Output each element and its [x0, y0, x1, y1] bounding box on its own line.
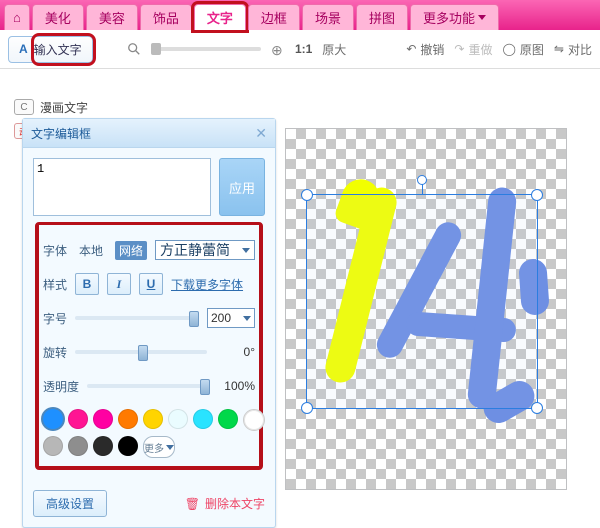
size-label: 字号 — [43, 310, 67, 327]
redo-button[interactable]: ↷重做 — [454, 41, 492, 58]
font-source-net[interactable]: 网络 — [115, 241, 147, 260]
close-icon[interactable]: ✕ — [255, 125, 267, 142]
secondary-toolbar: A 输入文字 ⊕ 1:1 原大 ↶撤销 ↷重做 ◯原图 ⇋对比 — [0, 30, 600, 69]
font-select[interactable]: 方正静蕾简 — [155, 240, 255, 260]
swatch[interactable] — [193, 409, 213, 429]
swatch[interactable] — [118, 436, 138, 456]
compare-button[interactable]: ⇋对比 — [554, 41, 592, 58]
tab-accessory[interactable]: 饰品 — [140, 4, 192, 30]
resize-handle[interactable] — [301, 189, 313, 201]
color-swatches: 更多 — [43, 409, 273, 458]
rotate-handle[interactable] — [417, 175, 427, 185]
font-name: 方正静蕾简 — [160, 240, 230, 260]
sidebar-item-comic-text[interactable]: C 漫画文字 — [14, 95, 164, 119]
comic-icon: C — [14, 99, 34, 115]
input-text-button[interactable]: A 输入文字 — [8, 36, 93, 63]
panel-header[interactable]: 文字编辑框 ✕ — [23, 119, 275, 148]
swatch[interactable] — [43, 409, 63, 429]
zoom-original[interactable]: 原大 — [322, 41, 346, 58]
advanced-button[interactable]: 高级设置 — [33, 490, 107, 517]
swatch[interactable] — [93, 436, 113, 456]
opacity-label: 透明度 — [43, 378, 79, 395]
panel-title: 文字编辑框 — [31, 125, 91, 142]
swatch[interactable] — [68, 409, 88, 429]
size-value[interactable]: 200 — [207, 308, 255, 328]
text-A-icon: A — [19, 42, 28, 56]
original-icon: ◯ — [502, 42, 515, 56]
style-label: 样式 — [43, 276, 67, 293]
swatch[interactable] — [93, 409, 113, 429]
swatch[interactable] — [243, 409, 265, 431]
tab-border[interactable]: 边框 — [248, 4, 300, 30]
home-icon: ⌂ — [13, 10, 21, 25]
more-fonts-link[interactable]: 下载更多字体 — [171, 276, 243, 293]
size-slider[interactable] — [75, 316, 199, 320]
zoom-ratio: 1:1 — [295, 42, 312, 56]
tab-home[interactable]: ⌂ — [4, 4, 30, 30]
chevron-down-icon — [242, 248, 250, 253]
text-input[interactable] — [33, 158, 211, 216]
swatch[interactable] — [43, 436, 63, 456]
chevron-down-icon — [478, 15, 486, 20]
swatch[interactable] — [118, 409, 138, 429]
zoom-in-icon[interactable]: ⊕ — [271, 42, 285, 56]
chevron-down-icon — [243, 316, 251, 321]
tab-scene[interactable]: 场景 — [302, 4, 354, 30]
tab-text[interactable]: 文字 — [194, 4, 246, 30]
resize-handle[interactable] — [301, 402, 313, 414]
canvas[interactable] — [285, 128, 567, 490]
selection-box[interactable] — [306, 194, 538, 409]
font-label: 字体 — [43, 242, 67, 259]
tab-beautify[interactable]: 美化 — [32, 4, 84, 30]
main-tabs: ⌂ 美化 美容 饰品 文字 边框 场景 拼图 更多功能 — [0, 0, 600, 30]
zoom-icon — [127, 42, 141, 56]
trash-icon: 🗑 — [185, 497, 200, 511]
sidebar-item-label: 漫画文字 — [40, 99, 88, 116]
apply-button[interactable]: 应用 — [219, 158, 265, 216]
tab-collage[interactable]: 拼图 — [356, 4, 408, 30]
text-edit-panel: 文字编辑框 ✕ 应用 字体 本地 网络 方正静蕾简 样式 B I U 下载 — [22, 118, 276, 528]
tab-face[interactable]: 美容 — [86, 4, 138, 30]
chevron-down-icon — [166, 445, 174, 450]
redo-icon: ↷ — [454, 42, 464, 56]
tab-more[interactable]: 更多功能 — [410, 4, 499, 30]
undo-icon: ↶ — [406, 42, 416, 56]
swatch[interactable] — [143, 409, 163, 429]
opacity-value: 100% — [215, 379, 255, 393]
opacity-slider[interactable] — [87, 384, 207, 388]
undo-button[interactable]: ↶撤销 — [406, 41, 444, 58]
resize-handle[interactable] — [531, 402, 543, 414]
font-settings-group: 字体 本地 网络 方正静蕾简 样式 B I U 下载更多字体 字号 200 — [35, 222, 263, 470]
rotate-slider[interactable] — [75, 350, 207, 354]
swatch[interactable] — [68, 436, 88, 456]
italic-button[interactable]: I — [107, 273, 131, 295]
bold-button[interactable]: B — [75, 273, 99, 295]
rotate-value: 0° — [215, 345, 255, 359]
input-text-label: 输入文字 — [34, 41, 82, 58]
font-source-local[interactable]: 本地 — [75, 241, 107, 260]
swatch[interactable] — [168, 409, 188, 429]
compare-icon: ⇋ — [554, 42, 564, 56]
swatch[interactable] — [218, 409, 238, 429]
rotate-label: 旋转 — [43, 344, 67, 361]
more-colors-button[interactable]: 更多 — [143, 436, 175, 458]
underline-button[interactable]: U — [139, 273, 163, 295]
resize-handle[interactable] — [531, 189, 543, 201]
original-image-button[interactable]: ◯原图 — [502, 41, 543, 58]
delete-text-button[interactable]: 🗑 删除本文字 — [185, 490, 265, 517]
zoom-slider[interactable] — [151, 47, 261, 51]
